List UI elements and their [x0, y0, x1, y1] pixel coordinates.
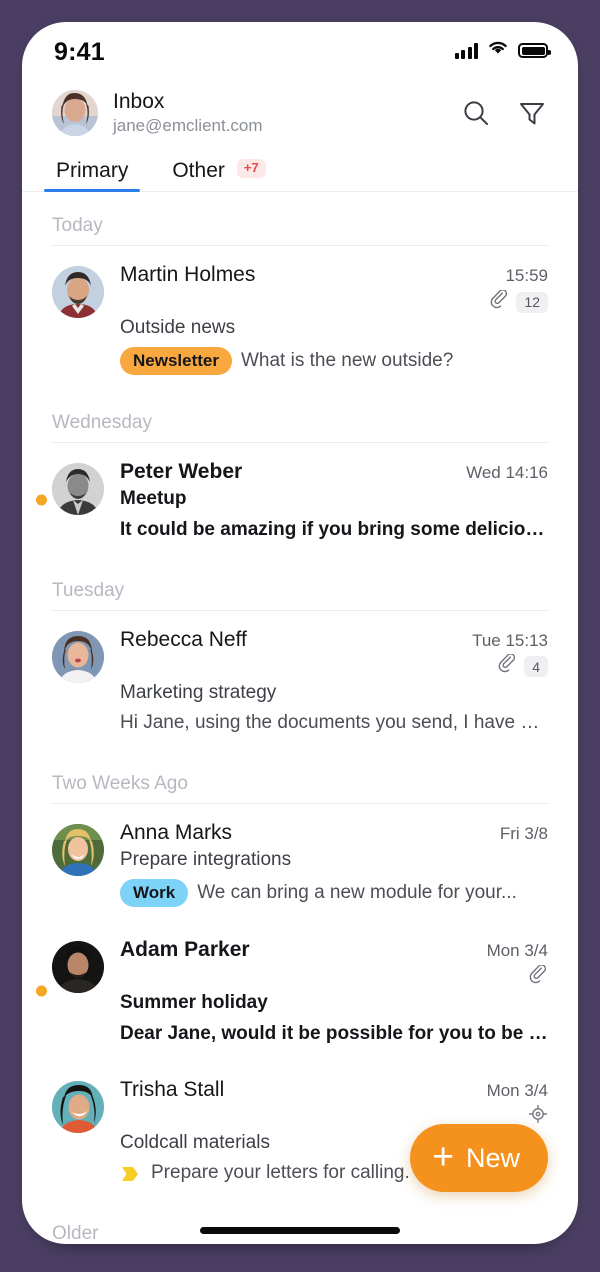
list-item[interactable]: Martin Holmes 15:59 12 Outside news News… — [22, 246, 578, 389]
account-email: jane@emclient.com — [113, 115, 263, 135]
new-message-label: New — [465, 1142, 520, 1173]
status-badge: +7 — [236, 158, 266, 178]
attachment-count: 12 — [516, 291, 548, 313]
tab-primary-label: Primary — [56, 159, 129, 182]
list-item-time: Wed 14:16 — [466, 462, 548, 482]
paperclip-icon — [528, 963, 548, 990]
list-item-meta: Mon 3/4 — [475, 940, 548, 988]
list-item-preview: It could be amazing if you bring some de… — [120, 518, 548, 540]
list-item-sender: Anna Marks — [120, 821, 233, 845]
list-item-subject: Meetup — [120, 488, 187, 510]
list-item-preview: We can bring a new module for your... — [197, 881, 517, 903]
home-indicator — [200, 1227, 400, 1234]
inbox-tabs: Primary Other +7 — [22, 146, 578, 192]
list-item-meta: Mon 3/4 — [475, 1080, 548, 1128]
list-item-subject: Outside news — [120, 317, 236, 339]
new-message-button[interactable]: + New — [410, 1124, 548, 1192]
group-header-two-weeks-ago: Two Weeks Ago — [52, 773, 188, 795]
list-item[interactable]: Adam Parker Mon 3/4 Summer holiday Dear … — [22, 921, 578, 1061]
phone-frame: 9:41 Inbox jane@emclient.com Primary Oth… — [0, 0, 600, 1272]
list-item-sender: Trisha Stall — [120, 1077, 225, 1101]
group-header-older: Older — [52, 1223, 99, 1244]
page-title: Inbox — [113, 90, 165, 114]
list-item-time: 15:59 — [505, 266, 548, 285]
status-bar-icons — [454, 40, 551, 61]
list-item-sender: Rebecca Neff — [120, 627, 247, 651]
list-item-time: Fri 3/8 — [499, 824, 548, 844]
avatar — [52, 266, 104, 318]
message-list: Today Martin Holmes 15:59 12 Outside new… — [22, 192, 578, 1244]
cellular-signal-icon — [454, 42, 478, 59]
wifi-icon — [487, 40, 509, 61]
list-item[interactable]: Peter Weber Wed 14:16 Meetup It could be… — [22, 443, 578, 557]
filter-icon[interactable] — [516, 97, 548, 129]
status-bar: 9:41 — [22, 22, 578, 80]
avatar — [52, 630, 104, 683]
group-header-today: Today — [52, 215, 103, 236]
unread-dot — [36, 985, 47, 997]
list-item-preview: Dear Jane, would it be possible for you … — [120, 1022, 548, 1044]
list-item-time: Mon 3/4 — [486, 1080, 548, 1100]
group-header-tuesday: Tuesday — [52, 579, 125, 601]
list-item-subject: Prepare integrations — [120, 849, 292, 871]
status-bar-clock: 9:41 — [54, 38, 105, 66]
avatar — [52, 1080, 104, 1133]
tab-primary[interactable]: Primary — [34, 160, 150, 192]
plus-icon: + — [432, 1136, 454, 1177]
header-actions — [460, 97, 548, 129]
list-item-meta: 15:59 12 — [477, 265, 548, 313]
category-tag[interactable]: Work — [120, 878, 189, 907]
tab-other-label: Other — [172, 159, 225, 182]
account-selector[interactable]: Inbox jane@emclient.com — [52, 90, 263, 136]
inbox-header: Inbox jane@emclient.com — [22, 80, 578, 146]
list-item-preview: Hi Jane, using the documents you send, I… — [120, 712, 548, 734]
tracking-target-icon — [528, 1104, 548, 1129]
search-icon[interactable] — [460, 97, 492, 129]
avatar — [52, 824, 104, 877]
list-item[interactable]: Rebecca Neff Tue 15:13 4 Marketing strat… — [22, 611, 578, 751]
list-item-meta: Wed 14:16 — [454, 462, 548, 483]
avatar — [52, 941, 104, 993]
list-item-preview: What is the new outside? — [240, 349, 454, 371]
list-item-preview: Prepare your letters for calling. — [151, 1162, 410, 1184]
list-item-subject: Marketing strategy — [120, 681, 277, 703]
avatar — [52, 90, 98, 136]
list-item-meta: Fri 3/8 — [488, 823, 548, 844]
unread-dot — [36, 494, 47, 506]
category-tag[interactable]: Newsletter — [120, 346, 232, 375]
phone-screen: 9:41 Inbox jane@emclient.com Primary Oth… — [22, 22, 578, 1244]
battery-full-icon — [518, 43, 551, 58]
list-item-time: Tue 15:13 — [472, 630, 548, 650]
paperclip-icon — [497, 653, 517, 679]
list-item-meta: Tue 15:13 4 — [460, 630, 548, 678]
list-item-subject: Summer holiday — [120, 992, 268, 1014]
list-item-sender: Martin Holmes — [120, 263, 256, 286]
avatar — [52, 462, 104, 515]
list-item-sender: Peter Weber — [120, 459, 243, 483]
list-item-time: Mon 3/4 — [486, 941, 548, 960]
list-item[interactable]: Anna Marks Fri 3/8 Prepare integrations … — [22, 804, 578, 921]
flag-icon — [120, 1165, 142, 1183]
group-header-wednesday: Wednesday — [52, 411, 152, 433]
paperclip-icon — [489, 288, 509, 315]
tab-other[interactable]: Other +7 — [150, 158, 287, 192]
attachment-count: 4 — [524, 656, 548, 678]
list-item-sender: Adam Parker — [120, 938, 250, 961]
